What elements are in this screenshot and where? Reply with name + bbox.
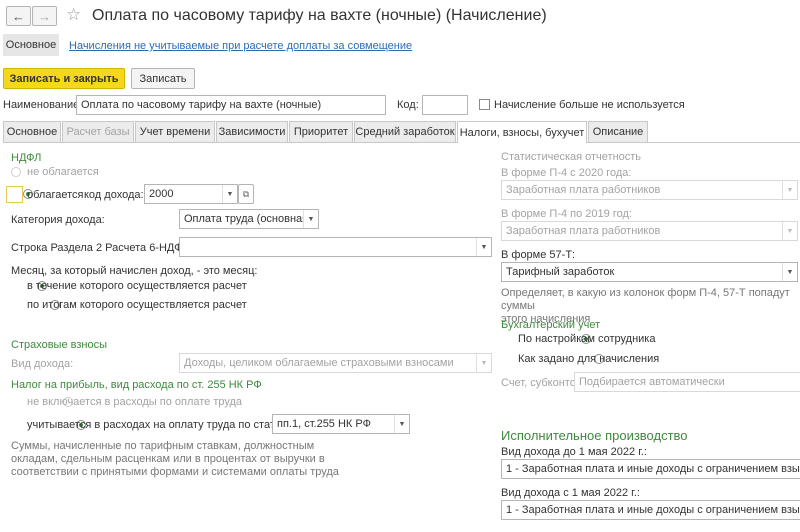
chevron-down-icon[interactable]: ▼ <box>476 238 491 256</box>
accounting-option2-label: Как задано для начисления <box>518 353 660 365</box>
row-6ndfl-label: Строка Раздела 2 Расчета 6-НДФЛ: <box>11 242 193 254</box>
tab-base[interactable]: Расчет базы <box>62 121 134 142</box>
account-input[interactable]: Подбирается автоматически <box>574 372 800 392</box>
code-input[interactable] <box>422 95 468 115</box>
chevron-down-icon[interactable]: ▼ <box>303 210 318 228</box>
accounting-option1-label: По настройкам сотрудника <box>518 333 656 345</box>
name-input[interactable]: Оплата по часовому тарифу на вахте (ночн… <box>76 95 386 115</box>
forward-button[interactable]: → <box>32 6 57 26</box>
open-code-button[interactable]: ⧉ <box>238 184 254 204</box>
tab-taxes[interactable]: Налоги, взносы, бухучет <box>457 121 587 143</box>
article-select[interactable]: пп.1, ст.255 НК РФ ▼ <box>272 414 410 434</box>
open-icon: ⧉ <box>242 188 250 199</box>
before-may-select[interactable]: 1 - Заработная плата и иные доходы с огр… <box>501 459 800 479</box>
back-button[interactable]: ← <box>6 6 31 26</box>
nav-link-combination[interactable]: Начисления не учитываемые при расчете до… <box>69 40 412 52</box>
profit-note: Суммы, начисленные по тарифным ставкам, … <box>11 440 339 478</box>
insurance-type-label: Вид дохода: <box>11 358 74 370</box>
f57-label: В форме 57-Т: <box>501 249 576 261</box>
insurance-type-select[interactable]: Доходы, целиком облагаемые страховыми вз… <box>179 353 492 373</box>
arrow-left-icon: ← <box>12 8 25 24</box>
enforcement-title: Исполнительное производство <box>501 428 688 443</box>
ndfl-taxed-label: облагается <box>27 189 84 201</box>
after-may-label: Вид дохода с 1 мая 2022 г.: <box>501 487 640 499</box>
save-button[interactable]: Записать <box>131 68 195 89</box>
chevron-down-icon[interactable]: ▼ <box>782 181 797 199</box>
chevron-down-icon[interactable]: ▼ <box>782 222 797 240</box>
tab-average-earnings[interactable]: Средний заработок <box>354 121 456 142</box>
window-title: Оплата по часовому тарифу на вахте (ночн… <box>92 7 547 24</box>
tab-time[interactable]: Учет времени <box>135 121 215 142</box>
before-may-label: Вид дохода до 1 мая 2022 г.: <box>501 446 647 458</box>
profit-tax-title: Налог на прибыль, вид расхода по ст. 255… <box>11 379 262 391</box>
row-6ndfl-select[interactable]: ▼ <box>179 237 492 257</box>
tab-priority[interactable]: Приоритет <box>289 121 353 142</box>
profit-option2-label: учитывается в расходах на оплату труда п… <box>27 419 290 431</box>
f57-select[interactable]: Тарифный заработок ▼ <box>501 262 798 282</box>
p4-2019-label: В форме П-4 по 2019 год: <box>501 208 632 220</box>
stat-title: Статистическая отчетность <box>501 151 642 163</box>
ndfl-not-taxed-label: не облагается <box>27 166 99 178</box>
after-may-select[interactable]: 1 - Заработная плата и иные доходы с огр… <box>501 500 800 520</box>
p4-2019-select[interactable]: Заработная плата работников ▼ <box>501 221 798 241</box>
tab-active-gap <box>458 142 586 143</box>
chevron-down-icon[interactable]: ▼ <box>394 415 409 433</box>
account-label: Счет, субконто: <box>501 377 579 389</box>
save-close-button[interactable]: Записать и закрыть <box>3 68 125 89</box>
tab-divider <box>3 142 800 143</box>
chevron-down-icon[interactable]: ▼ <box>222 185 237 203</box>
name-label: Наименование: <box>3 99 83 111</box>
insurance-title: Страховые взносы <box>11 339 107 351</box>
chevron-down-icon[interactable]: ▼ <box>476 354 491 372</box>
tab-description[interactable]: Описание <box>588 121 648 142</box>
star-icon[interactable]: ☆ <box>66 5 81 25</box>
p4-2020-select[interactable]: Заработная плата работников ▼ <box>501 180 798 200</box>
tab-dependencies[interactable]: Зависимости <box>216 121 288 142</box>
tab-main[interactable]: Основное <box>3 121 61 142</box>
ndfl-taxed-focus <box>6 186 23 203</box>
chevron-down-icon[interactable]: ▼ <box>782 263 797 281</box>
accounting-title: Бухгалтерский учет <box>501 319 601 331</box>
p4-2020-label: В форме П-4 с 2020 года: <box>501 167 632 179</box>
month-option1-label: в течение которого осуществляется расчет <box>27 280 247 292</box>
category-label: Категория дохода: <box>11 214 105 226</box>
code-label: Код: <box>397 99 419 111</box>
category-select[interactable]: Оплата труда (основная н ▼ <box>179 209 319 229</box>
unused-label: Начисление больше не используется <box>494 99 685 111</box>
arrow-right-icon: → <box>38 8 51 24</box>
month-label: Месяц, за который начислен доход, - это … <box>11 265 258 277</box>
month-option2-label: по итогам которого осуществляется расчет <box>27 299 247 311</box>
unused-checkbox[interactable] <box>479 99 490 110</box>
ndfl-title: НДФЛ <box>11 152 42 164</box>
nav-main[interactable]: Основное <box>3 34 59 56</box>
profit-option1-label: не включается в расходы по оплате труда <box>27 396 243 408</box>
ndfl-not-taxed-radio[interactable] <box>11 167 21 177</box>
income-code-input[interactable]: 2000 ▼ <box>144 184 238 204</box>
income-code-label: код дохода: <box>84 189 144 201</box>
